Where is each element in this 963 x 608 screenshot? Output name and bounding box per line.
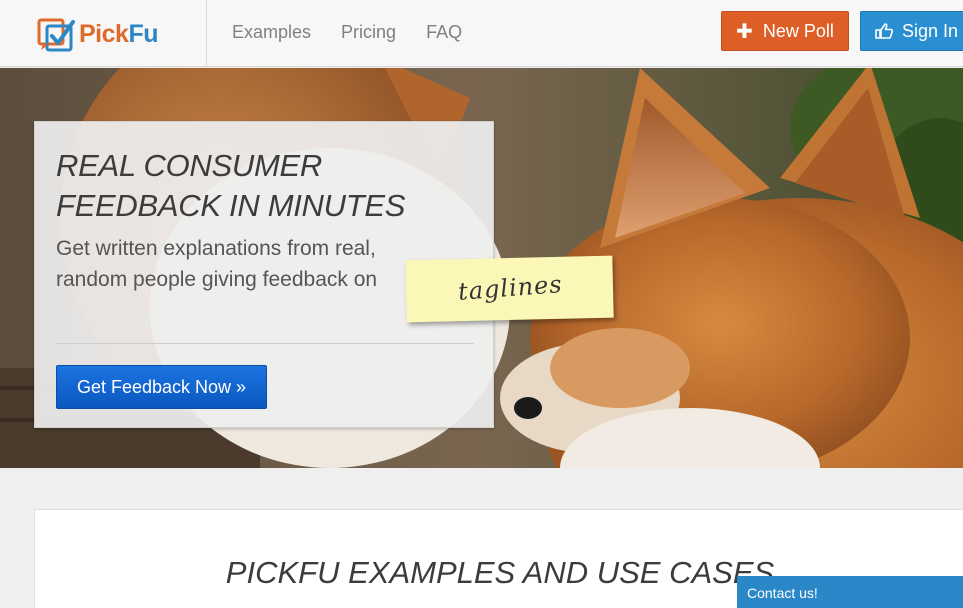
logo-icon (37, 18, 75, 52)
sticky-note-text: taglines (457, 270, 564, 306)
thumbs-up-icon (875, 23, 893, 39)
hero-subtitle: Get written explanations from real, rand… (56, 237, 378, 291)
sign-in-button[interactable]: Sign In (860, 11, 963, 51)
hero-title: REAL CONSUMER FEEDBACK IN MINUTES (56, 148, 406, 223)
hero-banner: REAL CONSUMER FEEDBACK IN MINUTES Get wr… (0, 68, 963, 468)
get-feedback-button[interactable]: Get Feedback Now » (56, 365, 267, 409)
contact-us-tab[interactable]: Contact us! (737, 576, 963, 608)
sticky-note: taglines (405, 255, 614, 323)
hero-divider (55, 343, 474, 344)
header-divider (206, 0, 207, 67)
logo-wordmark: PickFu (79, 20, 158, 49)
nav-faq[interactable]: FAQ (426, 22, 462, 43)
new-poll-button[interactable]: ✚ New Poll (721, 11, 849, 51)
main-nav: Examples Pricing FAQ (232, 22, 492, 43)
nav-examples[interactable]: Examples (232, 22, 311, 43)
new-poll-label: New Poll (762, 20, 834, 41)
pickfu-logo[interactable]: PickFu (37, 14, 158, 54)
top-navbar: PickFu Examples Pricing FAQ ✚ New Poll S… (0, 0, 963, 67)
sign-in-label: Sign In (902, 20, 959, 41)
logo-fu: Fu (128, 19, 158, 48)
nav-pricing[interactable]: Pricing (341, 22, 396, 43)
logo-pick: Pick (79, 19, 129, 48)
plus-icon: ✚ (736, 20, 753, 43)
